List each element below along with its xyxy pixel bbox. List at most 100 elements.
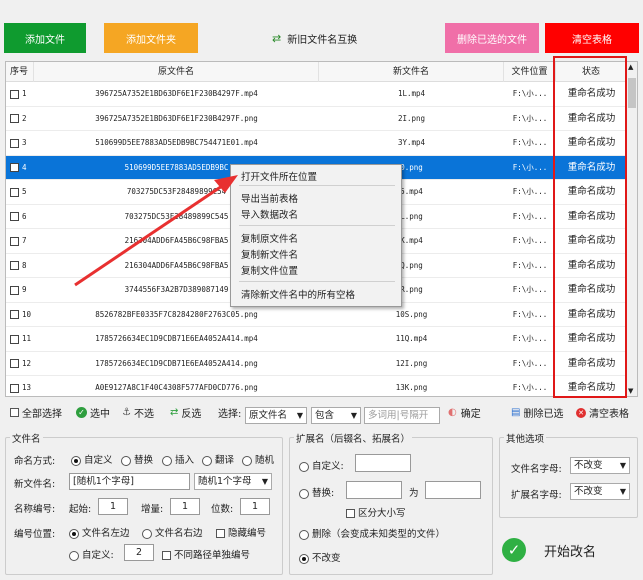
menu-export-table[interactable]: 导出当前表格 <box>241 191 298 205</box>
table-row[interactable]: 2 396725A7352E1BD63DF6E1F230B4297F.png 2I.… <box>6 107 627 131</box>
pos-right-radio[interactable]: 文件名右边 <box>142 525 203 539</box>
ext-custom-input[interactable] <box>355 454 411 472</box>
hide-number-checkbox[interactable]: 隐藏编号 <box>216 525 266 539</box>
new-name-input[interactable]: [随机1个字母] <box>69 473 190 490</box>
pos-custom-input[interactable]: 2 <box>124 544 154 561</box>
radio-off <box>142 528 152 539</box>
pos-custom-radio[interactable]: 自定义: <box>69 547 114 561</box>
row-checkbox[interactable] <box>10 163 19 172</box>
row-checkbox[interactable] <box>10 89 19 99</box>
radio-off <box>121 455 131 466</box>
row-checkbox[interactable] <box>10 114 19 123</box>
add-folder-button[interactable]: 添加文件夹 <box>104 23 198 53</box>
row-checkbox[interactable] <box>10 138 19 148</box>
chevron-down-icon: ▼ <box>296 411 303 420</box>
keyword-input[interactable]: 多词用|号隔开 <box>364 407 440 424</box>
add-file-button[interactable]: 添加文件 <box>4 23 86 53</box>
operator-select-value: 包含 <box>315 410 335 421</box>
digits-label: 位数: <box>211 504 234 515</box>
random-select[interactable]: 随机1个字母 ▼ <box>194 473 272 490</box>
row-number-cell: 7 <box>10 229 34 253</box>
ext-unchanged-radio[interactable]: 不改变 <box>299 550 341 564</box>
swap-names-button[interactable]: ⇄ 新旧文件名互换 <box>272 30 357 46</box>
row-checkbox[interactable] <box>10 334 19 344</box>
row-number: 11 <box>22 334 32 343</box>
confirm-button[interactable]: ◐ 确定 <box>448 405 481 420</box>
menu-copy-original-name[interactable]: 复制原文件名 <box>241 231 298 245</box>
row-number-cell: 9 <box>10 278 34 302</box>
delete-selected-button[interactable]: 删除已选的文件 <box>445 23 539 53</box>
uncheck-button[interactable]: ⚓ 不选 <box>122 405 154 420</box>
scroll-thumb[interactable] <box>628 78 636 108</box>
header-new-name: 新文件名 <box>319 62 504 82</box>
mode-translate-radio[interactable]: 翻译 <box>202 452 234 466</box>
mode-replace-radio[interactable]: 替换 <box>121 452 153 466</box>
row-number: 12 <box>22 358 32 368</box>
table-row[interactable]: 3 510699D5EE7883AD5EDB9BC754471E01.mp4 3Y.… <box>6 131 627 156</box>
row-checkbox[interactable] <box>10 310 19 319</box>
operator-select[interactable]: 包含 ▼ <box>311 407 361 424</box>
confirm-label: 确定 <box>460 409 481 420</box>
row-checkbox[interactable] <box>10 261 19 270</box>
table-row[interactable]: 1 396725A7352E1BD63DF6E1F230B4297F.mp4 1L.… <box>6 82 627 107</box>
menu-import-rename[interactable]: 导入数据改名 <box>241 207 298 221</box>
invert-label: 反选 <box>181 409 202 420</box>
menu-open-location[interactable]: 打开文件所在位置 <box>241 169 317 183</box>
other-options-title: 其他选项 <box>504 431 547 445</box>
case-sensitive-checkbox[interactable]: 区分大小写 <box>346 505 406 519</box>
clear-table-button[interactable]: 清空表格 <box>545 23 639 53</box>
mode-random-radio[interactable]: 随机 <box>242 452 274 466</box>
select-all-checkbox[interactable]: 全部选择 <box>10 405 62 420</box>
clear-table-small-button[interactable]: ✕ 清空表格 <box>576 405 629 420</box>
digits-input[interactable]: 1 <box>240 498 270 515</box>
invert-icon: ⇄ <box>170 407 179 418</box>
row-checkbox[interactable] <box>10 212 19 221</box>
ext-replace-to-input[interactable] <box>425 481 481 499</box>
pos-left-radio[interactable]: 文件名左边 <box>69 525 130 539</box>
separate-numbering-checkbox[interactable]: 不同路径单独编号 <box>162 547 250 561</box>
table-row[interactable]: 13 A0E9127A8C1F40C4308F577AFD0CD776.png 13… <box>6 376 627 396</box>
location-cell: F:\小... <box>512 162 548 172</box>
radio-on <box>69 528 79 539</box>
scroll-up-icon[interactable]: ▲ <box>628 63 633 71</box>
ext-custom-radio[interactable]: 自定义: <box>299 458 344 472</box>
keyword-placeholder: 多词用|号隔开 <box>368 410 429 421</box>
table-row[interactable]: 11 1785726634EC1D9CDB71E6EA4052A414.mp4 11… <box>6 327 627 352</box>
menu-copy-location[interactable]: 复制文件位置 <box>241 263 298 277</box>
select-all-box <box>10 408 19 417</box>
row-checkbox[interactable] <box>10 285 19 295</box>
row-checkbox[interactable] <box>10 187 19 197</box>
start-input[interactable]: 1 <box>98 498 128 515</box>
ext-replace-from-input[interactable] <box>346 481 402 499</box>
row-checkbox[interactable] <box>10 236 19 246</box>
check-button[interactable]: ✓ 选中 <box>76 405 110 420</box>
field-select[interactable]: 原文件名 ▼ <box>245 407 307 424</box>
menu-clear-spaces[interactable]: 清除新文件名中的所有空格 <box>241 287 355 301</box>
menu-copy-new-name[interactable]: 复制新文件名 <box>241 247 298 261</box>
ext-replace-radio[interactable]: 替换: <box>299 485 334 499</box>
row-checkbox[interactable] <box>10 359 19 368</box>
table-row[interactable]: 12 1785726634EC1D9CDB71E6EA4052A414.png 12… <box>6 352 627 376</box>
ext-case-value: 不改变 <box>574 486 603 497</box>
filename-case-select[interactable]: 不改变 ▼ <box>570 457 630 474</box>
mode-custom-radio[interactable]: 自定义 <box>71 452 113 466</box>
location-cell: F:\小... <box>512 383 548 392</box>
separate-numbering-label: 不同路径单独编号 <box>174 550 251 561</box>
row-number: 2 <box>22 113 27 123</box>
ext-case-select[interactable]: 不改变 ▼ <box>570 483 630 500</box>
check-label: 选中 <box>90 409 110 420</box>
scroll-down-icon[interactable]: ▼ <box>628 387 633 395</box>
mode-replace-label: 替换 <box>134 455 154 466</box>
row-checkbox[interactable] <box>10 383 19 393</box>
row-number-cell: 11 <box>10 327 34 351</box>
mode-insert-radio[interactable]: 插入 <box>162 452 194 466</box>
start-rename-button[interactable]: ✓ 开始改名 <box>499 527 638 573</box>
delete-checked-button[interactable]: ▤ 删除已选 <box>511 405 563 420</box>
row-number-cell: 3 <box>10 131 34 155</box>
checkmark-icon: ✓ <box>502 538 526 562</box>
invert-button[interactable]: ⇄ 反选 <box>170 405 201 420</box>
ext-delete-radio[interactable]: 删除（会变成未知类型的文件） <box>299 526 445 540</box>
chevron-down-icon: ▼ <box>350 411 357 420</box>
step-input[interactable]: 1 <box>170 498 200 515</box>
hide-number-label: 隐藏编号 <box>228 528 267 539</box>
